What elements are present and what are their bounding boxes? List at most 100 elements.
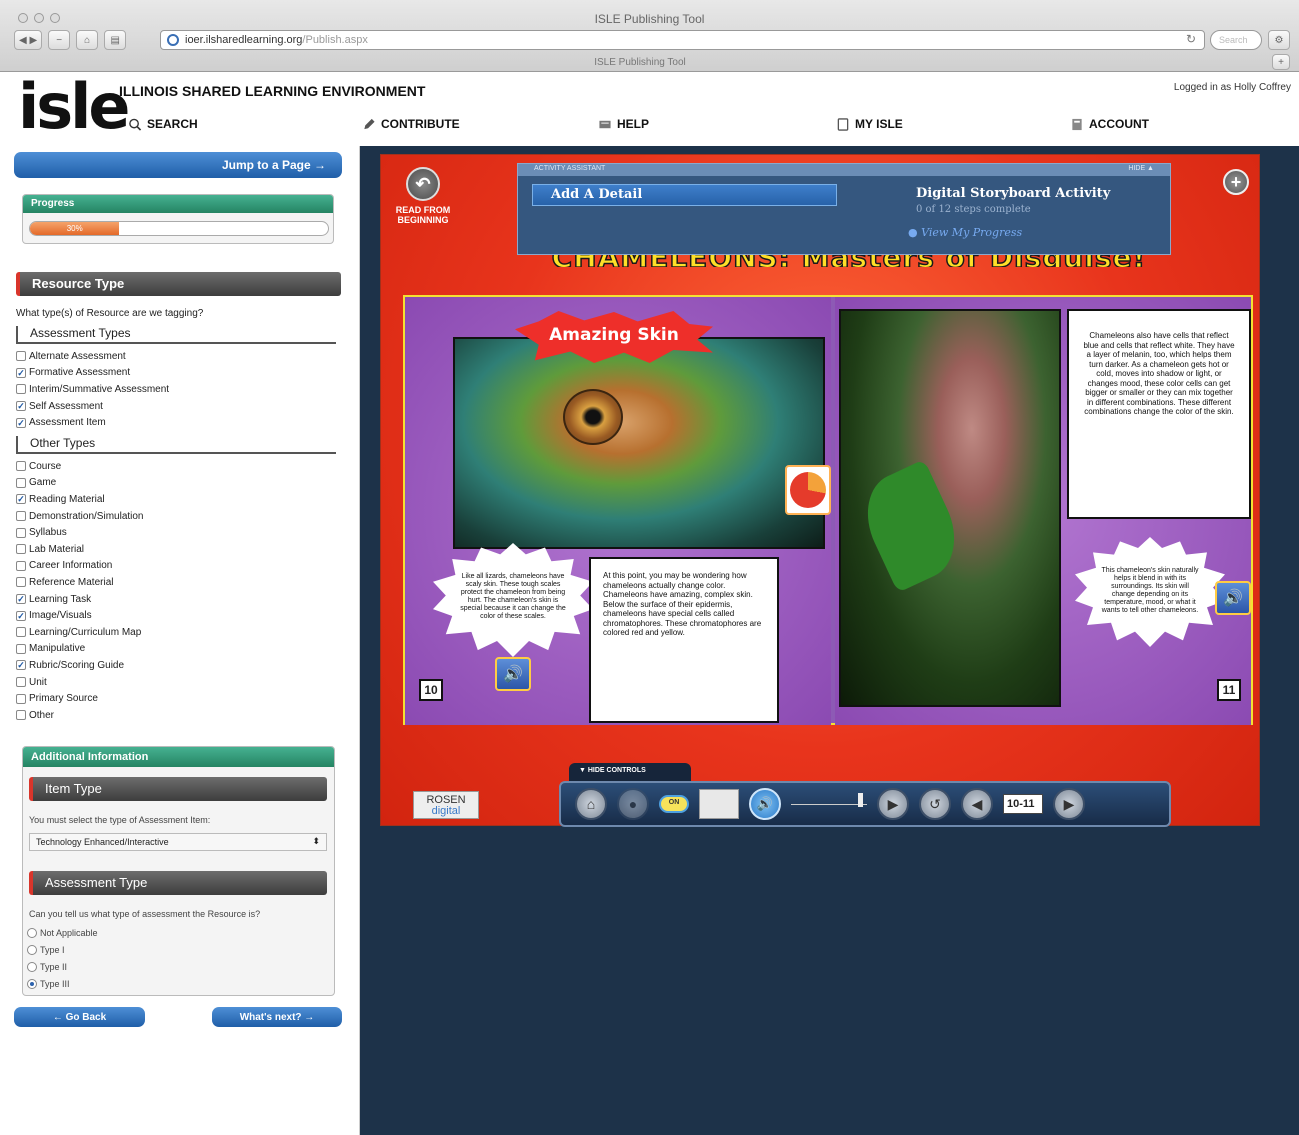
progress-panel: Progress 30%	[22, 194, 334, 244]
checkbox-unchecked[interactable]	[16, 677, 26, 688]
checkbox-unchecked[interactable]	[16, 511, 26, 522]
checkbox-item[interactable]: Career Information	[16, 558, 144, 575]
disabled-icon[interactable]: ●	[617, 788, 649, 820]
pie-chart-icon[interactable]	[785, 465, 831, 515]
checkbox-item[interactable]: Lab Material	[16, 541, 144, 558]
new-tab-button[interactable]: +	[1272, 54, 1290, 70]
radio-unselected[interactable]	[27, 927, 37, 938]
replay-icon[interactable]: ↺	[919, 788, 951, 820]
radio-option[interactable]: Type II	[27, 958, 98, 975]
nav-account-label: ACCOUNT	[1089, 117, 1149, 131]
checkbox-label: Manipulative	[29, 643, 86, 655]
checkbox-item[interactable]: Game	[16, 475, 144, 492]
radio-selected[interactable]	[27, 978, 37, 989]
checkbox-unchecked[interactable]	[16, 477, 26, 488]
radio-label: Type I	[40, 944, 65, 955]
checkbox-item[interactable]: Alternate Assessment	[16, 348, 169, 365]
play-icon[interactable]: ▶	[877, 788, 909, 820]
hide-controls-tab[interactable]: ▼ HIDE CONTROLS	[569, 763, 691, 781]
nav-account[interactable]: ACCOUNT	[1070, 117, 1149, 131]
next-page-icon[interactable]: ▶	[1053, 788, 1085, 820]
checkbox-checked[interactable]: ✓	[16, 367, 26, 378]
pencil-icon	[364, 118, 375, 129]
home-icon[interactable]: ⌂	[575, 788, 607, 820]
audio-speaker-icon-right[interactable]: 🔊	[1215, 581, 1251, 615]
checkbox-checked[interactable]: ✓	[16, 594, 26, 605]
checkbox-item[interactable]: ✓ Assessment Item	[16, 414, 169, 431]
go-back-button[interactable]: ← Go Back	[14, 1007, 145, 1027]
radio-option[interactable]: Not Applicable	[27, 924, 98, 941]
radio-unselected[interactable]	[27, 961, 37, 972]
other-types-heading: Other Types	[16, 436, 336, 454]
checkbox-unchecked[interactable]	[16, 461, 26, 472]
nav-contribute[interactable]: CONTRIBUTE	[362, 117, 460, 131]
checkbox-label: Lab Material	[29, 543, 85, 555]
checkbox-checked[interactable]: ✓	[16, 401, 26, 412]
checkbox-item[interactable]: ✓ Self Assessment	[16, 398, 169, 415]
checkbox-item[interactable]: ✓ Rubric/Scoring Guide	[16, 657, 144, 674]
checkbox-item[interactable]: ✓ Image/Visuals	[16, 607, 144, 624]
nav-help-label: HELP	[617, 117, 650, 131]
nav-search[interactable]: SEARCH	[128, 117, 198, 131]
checkbox-item[interactable]: Interim/Summative Assessment	[16, 381, 169, 398]
checkbox-item[interactable]: Primary Source	[16, 690, 144, 707]
radio-unselected[interactable]	[27, 944, 37, 955]
checkbox-item[interactable]: ✓ Formative Assessment	[16, 365, 169, 382]
add-a-detail-button[interactable]: Add A Detail	[532, 184, 837, 206]
nav-help[interactable]: HELP	[598, 117, 649, 131]
checkbox-item[interactable]: Course	[16, 458, 144, 475]
page-number-field[interactable]: 10-11	[1003, 794, 1043, 814]
checkbox-item[interactable]: ✓ Learning Task	[16, 591, 144, 608]
home-icon[interactable]: ⌂	[76, 30, 99, 50]
checkbox-item[interactable]: Reference Material	[16, 574, 144, 591]
checkbox-item[interactable]: Demonstration/Simulation	[16, 508, 144, 525]
checkbox-checked[interactable]: ✓	[16, 494, 26, 505]
checkbox-item[interactable]: Other	[16, 707, 144, 724]
zoom-button[interactable]: −	[48, 30, 71, 50]
checkbox-unchecked[interactable]	[16, 544, 26, 555]
item-type-select[interactable]: Technology Enhanced/Interactive ⬍	[29, 833, 327, 851]
checkbox-unchecked[interactable]	[16, 351, 26, 362]
whats-next-button[interactable]: What's next? →	[212, 1007, 342, 1027]
checkbox-unchecked[interactable]	[16, 643, 26, 654]
browser-search-input[interactable]: Search	[1210, 30, 1262, 50]
checkbox-label: Rubric/Scoring Guide	[29, 659, 125, 671]
thumbnail-icon[interactable]	[699, 789, 739, 819]
hide-assistant-button[interactable]: HIDE ▲	[1128, 165, 1154, 175]
nav-my-isle[interactable]: MY ISLE	[836, 117, 903, 131]
read-from-beginning-button[interactable]: ↶ READ FROM BEGINNING	[387, 167, 459, 225]
history-icon[interactable]: ▤	[104, 30, 127, 50]
reload-icon[interactable]: ↻	[1186, 32, 1196, 46]
checkbox-unchecked[interactable]	[16, 560, 26, 571]
view-progress-label: View My Progress	[921, 226, 1023, 239]
back-forward-button[interactable]: ◀ ▶	[14, 30, 43, 50]
radio-option[interactable]: Type I	[27, 941, 98, 958]
gear-icon[interactable]: ⚙	[1268, 30, 1290, 50]
checkbox-item[interactable]: ✓ Reading Material	[16, 491, 144, 508]
checkbox-item[interactable]: Learning/Curriculum Map	[16, 624, 144, 641]
toggle-on-button[interactable]: ON	[659, 795, 689, 813]
jump-to-page-button[interactable]: Jump to a Page →	[14, 152, 342, 178]
checkbox-item[interactable]: Syllabus	[16, 524, 144, 541]
checkbox-checked[interactable]: ✓	[16, 417, 26, 428]
volume-icon[interactable]: 🔊	[749, 788, 781, 820]
previous-page-icon[interactable]: ◀	[961, 788, 993, 820]
checkbox-checked[interactable]: ✓	[16, 660, 26, 671]
checkbox-unchecked[interactable]	[16, 693, 26, 704]
address-bar[interactable]: ioer.ilsharedlearning.org/Publish.aspx ↻	[160, 30, 1205, 50]
checkbox-unchecked[interactable]	[16, 627, 26, 638]
checkbox-unchecked[interactable]	[16, 577, 26, 588]
radio-option[interactable]: Type III	[27, 975, 98, 992]
checkbox-unchecked[interactable]	[16, 710, 26, 721]
audio-speaker-icon[interactable]: 🔊	[495, 657, 531, 691]
checkbox-unchecked[interactable]	[16, 527, 26, 538]
tab-active[interactable]: ISLE Publishing Tool	[10, 55, 1270, 71]
view-progress-link[interactable]: ● View My Progress	[908, 226, 1022, 239]
checkbox-checked[interactable]: ✓	[16, 610, 26, 621]
checkbox-unchecked[interactable]	[16, 384, 26, 395]
checkbox-item[interactable]: Unit	[16, 674, 144, 691]
rewind-icon: ↶	[406, 167, 440, 201]
add-icon[interactable]: +	[1223, 169, 1249, 195]
volume-slider[interactable]	[791, 793, 867, 809]
checkbox-item[interactable]: Manipulative	[16, 641, 144, 658]
